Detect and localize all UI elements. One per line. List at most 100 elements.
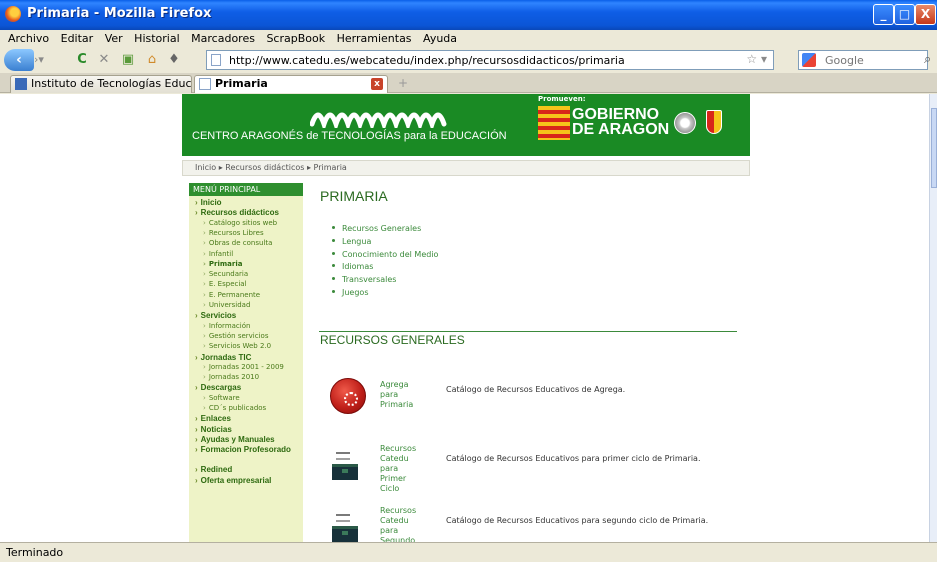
arrow-icon: › bbox=[203, 290, 206, 299]
menu-ver[interactable]: Ver bbox=[105, 30, 123, 48]
menu-editar[interactable]: Editar bbox=[61, 30, 94, 48]
arrow-icon: › bbox=[203, 373, 206, 382]
google-icon[interactable] bbox=[802, 53, 816, 67]
sidebar-item-e-especial[interactable]: › E. Especial bbox=[203, 280, 247, 288]
bullet-icon bbox=[332, 290, 335, 293]
tab-instituto[interactable]: Instituto de Tecnologías Educa... bbox=[10, 75, 192, 93]
toolbox-icon[interactable] bbox=[330, 450, 360, 480]
star-icon[interactable]: ☆ ▾ bbox=[746, 52, 767, 66]
sidebar-item-catálogo-sitios-web[interactable]: › Catálogo sitios web bbox=[203, 219, 277, 227]
sidebar-item-inicio[interactable]: › Inicio bbox=[195, 198, 222, 207]
tab-bar: Instituto de Tecnologías Educa... Primar… bbox=[0, 73, 937, 93]
breadcrumb[interactable]: Inicio ▸ Recursos didácticos ▸ Primaria bbox=[182, 160, 750, 176]
arrow-icon: › bbox=[203, 321, 206, 330]
arrow-icon: › bbox=[203, 239, 206, 248]
sidebar-item-descargas[interactable]: › Descargas bbox=[195, 383, 241, 392]
search-icon[interactable]: ⌕ bbox=[924, 52, 931, 67]
firefox-icon bbox=[5, 6, 21, 22]
menu-marcadores[interactable]: Marcadores bbox=[191, 30, 255, 48]
bookmark-add-icon[interactable]: ▣ bbox=[120, 52, 136, 68]
home-icon[interactable]: ⌂ bbox=[144, 52, 160, 68]
sidebar-item-obras-de-consulta[interactable]: › Obras de consulta bbox=[203, 239, 272, 247]
resource-link[interactable]: Recursos Catedu para Segundo Ciclo bbox=[380, 506, 416, 542]
sidebar-item-universidad[interactable]: › Universidad bbox=[203, 301, 250, 309]
url-bar[interactable]: ☆ ▾ bbox=[206, 50, 774, 70]
sidebar-item-noticias[interactable]: › Noticias bbox=[195, 425, 232, 434]
sidebar-item-gestión-servicios[interactable]: › Gestión servicios bbox=[203, 332, 268, 340]
tab-primaria[interactable]: Primaria x bbox=[194, 75, 388, 93]
bullet-icon bbox=[332, 277, 335, 281]
search-input[interactable] bbox=[825, 52, 920, 68]
menu-herramientas[interactable]: Herramientas bbox=[337, 30, 412, 48]
resource-link[interactable]: Agrega para Primaria bbox=[380, 380, 413, 410]
aragon-flag-icon bbox=[538, 106, 570, 140]
arrow-icon: › bbox=[195, 434, 198, 444]
sidebar-item-jornadas-2010[interactable]: › Jornadas 2010 bbox=[203, 373, 259, 381]
page-title: PRIMARIA bbox=[320, 188, 388, 204]
arrow-icon: › bbox=[195, 352, 198, 362]
anchor-link[interactable]: Transversales bbox=[332, 275, 396, 284]
menu-heading: MENÚ PRINCIPAL bbox=[189, 183, 303, 196]
sidebar-item-primaria[interactable]: › Primaria bbox=[203, 260, 242, 268]
anchor-link[interactable]: Conocimiento del Medio bbox=[332, 250, 438, 259]
url-input[interactable] bbox=[229, 52, 749, 68]
resource-link[interactable]: Recursos Catedu para Primer Ciclo bbox=[380, 444, 416, 494]
vertical-scrollbar[interactable] bbox=[929, 94, 937, 542]
sidebar-item-enlaces[interactable]: › Enlaces bbox=[195, 414, 231, 423]
scroll-thumb[interactable] bbox=[931, 108, 937, 188]
page-icon bbox=[211, 54, 221, 66]
sidebar-item-jornadas-tic[interactable]: › Jornadas TIC bbox=[195, 353, 251, 362]
sidebar-item-jornadas-2001-2009[interactable]: › Jornadas 2001 - 2009 bbox=[203, 363, 284, 371]
sidebar-item-software[interactable]: › Software bbox=[203, 394, 240, 402]
maximize-button[interactable]: □ bbox=[894, 4, 915, 25]
scrapbook-icon[interactable]: ♦ bbox=[166, 52, 182, 68]
search-box[interactable] bbox=[798, 50, 928, 70]
sidebar-item-infantil[interactable]: › Infantil bbox=[203, 250, 233, 258]
menu-archivo[interactable]: Archivo bbox=[8, 30, 49, 48]
menu-scrapbook[interactable]: ScrapBook bbox=[266, 30, 325, 48]
reload-icon[interactable]: C bbox=[74, 52, 90, 68]
menu-ayuda[interactable]: Ayuda bbox=[423, 30, 457, 48]
sidebar-item-oferta-empresarial[interactable]: › Oferta empresarial bbox=[195, 476, 271, 485]
anchor-link[interactable]: Recursos Generales bbox=[332, 224, 421, 233]
tab-close-icon[interactable]: x bbox=[371, 78, 383, 90]
anchor-link[interactable]: Juegos bbox=[332, 288, 369, 297]
navigation-toolbar: ‹ ›▾ C ✕ ▣ ⌂ ♦ ☆ ▾ ⌕ bbox=[0, 48, 937, 72]
forward-button[interactable]: ›▾ bbox=[34, 52, 50, 68]
resource-description: Catálogo de Recursos Educativos de Agreg… bbox=[446, 385, 626, 394]
sidebar-item-e-permanente[interactable]: › E. Permanente bbox=[203, 291, 260, 299]
sidebar-item-redined[interactable]: › Redined bbox=[195, 465, 232, 474]
sidebar-item-secundaria[interactable]: › Secundaria bbox=[203, 270, 248, 278]
status-bar: Terminado bbox=[0, 542, 937, 562]
university-seal-icon bbox=[674, 112, 696, 134]
anchor-link[interactable]: Lengua bbox=[332, 237, 371, 246]
minimize-button[interactable]: _ bbox=[873, 4, 894, 25]
bullet-icon bbox=[332, 264, 335, 268]
arrow-icon: › bbox=[203, 404, 206, 412]
arrow-icon: › bbox=[195, 475, 198, 485]
arrow-icon: › bbox=[203, 393, 206, 402]
promueven-label: Promueven: bbox=[538, 95, 586, 103]
sidebar-item-información[interactable]: › Información bbox=[203, 322, 250, 330]
arrow-icon: › bbox=[195, 208, 198, 218]
menu-historial[interactable]: Historial bbox=[134, 30, 179, 48]
arrow-icon: › bbox=[195, 424, 198, 434]
arrow-icon: › bbox=[203, 228, 206, 237]
agrega-icon[interactable] bbox=[330, 378, 366, 414]
sidebar-item-recursos-libres[interactable]: › Recursos Libres bbox=[203, 229, 264, 237]
sidebar-item-recursos-didácticos[interactable]: › Recursos didácticos bbox=[195, 208, 279, 217]
back-button[interactable]: ‹ bbox=[4, 49, 34, 71]
new-tab-button[interactable]: + bbox=[398, 76, 408, 90]
sidebar-item-servicios[interactable]: › Servicios bbox=[195, 311, 236, 320]
close-button[interactable]: X bbox=[915, 4, 936, 25]
sidebar-item-ayudas-y-manuales[interactable]: › Ayudas y Manuales bbox=[195, 435, 275, 444]
sidebar-item-cd-s-publicados[interactable]: › CD´s publicados bbox=[203, 404, 266, 412]
bullet-icon bbox=[332, 251, 335, 255]
anchor-link[interactable]: Idiomas bbox=[332, 262, 373, 271]
web-page: CENTRO ARAGONÉS de TECNOLOGÍAS para la E… bbox=[182, 94, 750, 542]
sidebar-item-servicios-web-2-0[interactable]: › Servicios Web 2.0 bbox=[203, 342, 271, 350]
arrow-icon: › bbox=[203, 218, 206, 227]
sidebar-item-formacion-profesorado[interactable]: › Formacion Profesorado bbox=[195, 445, 291, 454]
toolbox-icon[interactable] bbox=[330, 512, 360, 542]
stop-icon[interactable]: ✕ bbox=[96, 52, 112, 68]
